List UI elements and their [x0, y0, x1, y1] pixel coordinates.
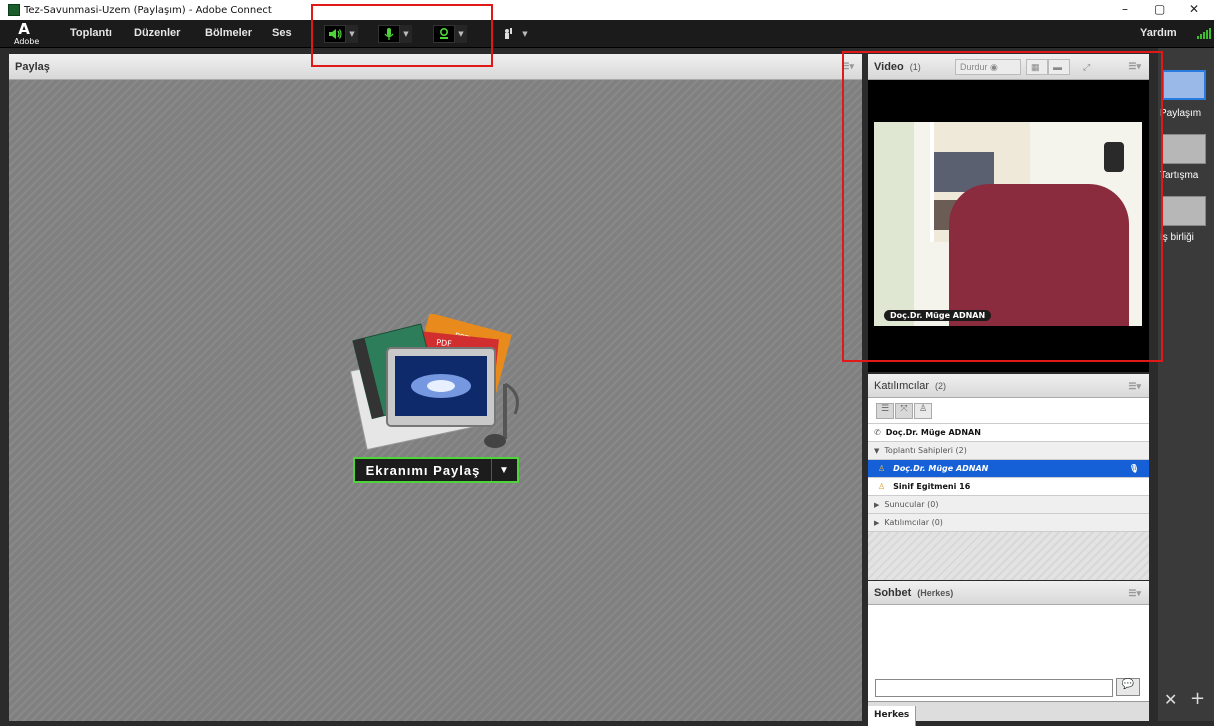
share-content-illustration: PPT PDF: [349, 314, 519, 451]
menu-duzenler[interactable]: Düzenler: [134, 27, 180, 39]
pod-options-icon[interactable]: ☰▾: [841, 61, 854, 72]
adobe-connect-app-icon: [8, 4, 20, 16]
chat-tab-herkes[interactable]: Herkes: [868, 706, 917, 726]
video-pod: Video (1) Durdur ◉ ▦ ▬ ⤢ ☰▾ Doç.Dr. Müge…: [868, 54, 1149, 372]
attendees-toolbar: ☰ ⤧ ♙: [868, 398, 1149, 424]
layouts-rail: Paylaşım Tartışma İş birliği ✕ +: [1158, 48, 1214, 721]
microphone-icon[interactable]: [378, 25, 400, 43]
video-count: (1): [909, 61, 921, 72]
participants-section-header[interactable]: ▶ Katılımcılar (0): [868, 514, 1149, 532]
chat-pod-header: Sohbet (Herkes) ☰▾: [868, 581, 1149, 605]
layout-label-tartisma[interactable]: Tartışma: [1160, 170, 1198, 181]
minimize-button[interactable]: –: [1122, 2, 1128, 16]
chat-scope: (Herkes): [917, 587, 954, 598]
list-view-icon[interactable]: ☰: [876, 402, 894, 419]
layout-thumbnail-paylasim[interactable]: [1162, 70, 1206, 100]
attendee-status-icon[interactable]: ♙: [914, 402, 932, 419]
filmstrip-view-icon[interactable]: ▬: [1048, 59, 1070, 75]
presenters-section-header[interactable]: ▶ Sunucular (0): [868, 496, 1149, 514]
share-screen-button[interactable]: Ekranımı Paylaş ▼: [353, 457, 519, 483]
layout-thumbnail-tartisma[interactable]: [1162, 134, 1206, 164]
delete-layout-icon[interactable]: ✕: [1164, 690, 1177, 709]
video-pod-title: Video: [874, 60, 904, 73]
share-screen-label: Ekranımı Paylaş: [365, 462, 481, 478]
maximize-button[interactable]: ▢: [1154, 2, 1165, 16]
chevron-down-icon: ▼: [874, 446, 880, 455]
pod-options-icon[interactable]: ☰▾: [1128, 381, 1141, 392]
send-message-icon[interactable]: 💬: [1116, 678, 1140, 696]
svg-text:PDF: PDF: [436, 338, 453, 349]
speaker-icon[interactable]: [324, 25, 346, 43]
window-titlebar: Tez-Savunmasi-Uzem (Paylaşım) - Adobe Co…: [0, 0, 1214, 20]
layout-thumbnail-is-birligi[interactable]: [1162, 196, 1206, 226]
add-layout-icon[interactable]: +: [1190, 688, 1205, 709]
host-user-icon: ♙: [878, 482, 886, 491]
attendees-count: (2): [935, 380, 947, 391]
chevron-down-icon[interactable]: ▼: [491, 459, 517, 481]
chevron-right-icon: ▶: [874, 500, 880, 509]
chevron-right-icon: ▶: [874, 518, 880, 527]
chat-pod: Sohbet (Herkes) ☰▾ 💬 Herkes: [868, 581, 1149, 726]
phone-icon: ✆: [874, 428, 881, 437]
chat-tabs: Herkes: [868, 701, 1149, 726]
hosts-section-header[interactable]: ▼ Toplantı Sahipleri (2): [868, 442, 1149, 460]
chat-messages: [868, 605, 1149, 675]
menu-yardim[interactable]: Yardım: [1140, 27, 1177, 39]
attendees-pod-title: Katılımcılar: [874, 379, 930, 392]
attendees-pod-header: Katılımcılar (2) ☰▾: [868, 374, 1149, 398]
host-row[interactable]: ♙ Sinif Egitmeni 16: [868, 478, 1149, 496]
video-feed[interactable]: Doç.Dr. Müge ADNAN: [874, 122, 1142, 326]
webcam-icon: ◉: [990, 61, 998, 72]
close-button[interactable]: ✕: [1189, 2, 1199, 16]
chevron-down-icon[interactable]: ▼: [519, 25, 531, 43]
pod-options-icon[interactable]: ☰▾: [1128, 61, 1141, 72]
menu-ses[interactable]: Ses: [272, 27, 292, 39]
adobe-logo: A Adobe: [14, 20, 40, 47]
grid-view-icon[interactable]: ▦: [1026, 59, 1048, 75]
chevron-down-icon[interactable]: ▼: [346, 25, 358, 43]
layout-label-paylasim[interactable]: Paylaşım: [1160, 108, 1201, 119]
microphone-control[interactable]: ▼: [378, 24, 412, 44]
host-user-icon: ♙: [878, 464, 886, 473]
chevron-down-icon[interactable]: ▼: [455, 25, 467, 43]
phone-attendee-row[interactable]: ✆ Doç.Dr. Müge ADNAN: [868, 424, 1149, 442]
window-title: Tez-Savunmasi-Uzem (Paylaşım) - Adobe Co…: [24, 4, 272, 16]
layout-label-is-birligi[interactable]: İş birliği: [1160, 232, 1194, 243]
stop-video-button[interactable]: Durdur ◉: [955, 59, 1021, 75]
chat-pod-title: Sohbet: [874, 586, 912, 599]
chevron-down-icon[interactable]: ▼: [400, 25, 412, 43]
video-pod-header: Video (1) Durdur ◉ ▦ ▬ ⤢ ☰▾: [868, 54, 1149, 80]
microphone-icon: 🎙: [1128, 464, 1139, 473]
share-pod-title: Paylaş: [15, 60, 50, 73]
status-control[interactable]: ▼: [497, 24, 531, 44]
menu-bar: A Adobe Toplantı Düzenler Bölmeler Ses ▼…: [0, 20, 1214, 48]
video-name-tag: Doç.Dr. Müge ADNAN: [884, 310, 992, 321]
share-pod-header: Paylaş ☰▾: [9, 54, 862, 80]
fullscreen-icon[interactable]: ⤢: [1078, 59, 1096, 75]
chat-input[interactable]: [875, 679, 1113, 697]
attendees-pod: Katılımcılar (2) ☰▾ ☰ ⤧ ♙ ✆ Doç.Dr. Müge…: [868, 374, 1149, 580]
raise-hand-icon[interactable]: [497, 25, 519, 43]
webcam-icon[interactable]: [433, 25, 455, 43]
menu-bolmeler[interactable]: Bölmeler: [205, 27, 252, 39]
webcam-control[interactable]: ▼: [433, 24, 467, 44]
speaker-control[interactable]: ▼: [324, 24, 358, 44]
host-row[interactable]: ♙ Doç.Dr. Müge ADNAN 🎙: [868, 460, 1149, 478]
menu-toplanti[interactable]: Toplantı: [70, 27, 112, 39]
breakout-icon[interactable]: ⤧: [895, 402, 913, 419]
pod-options-icon[interactable]: ☰▾: [1128, 588, 1141, 599]
connection-signal-icon: [1197, 28, 1211, 39]
